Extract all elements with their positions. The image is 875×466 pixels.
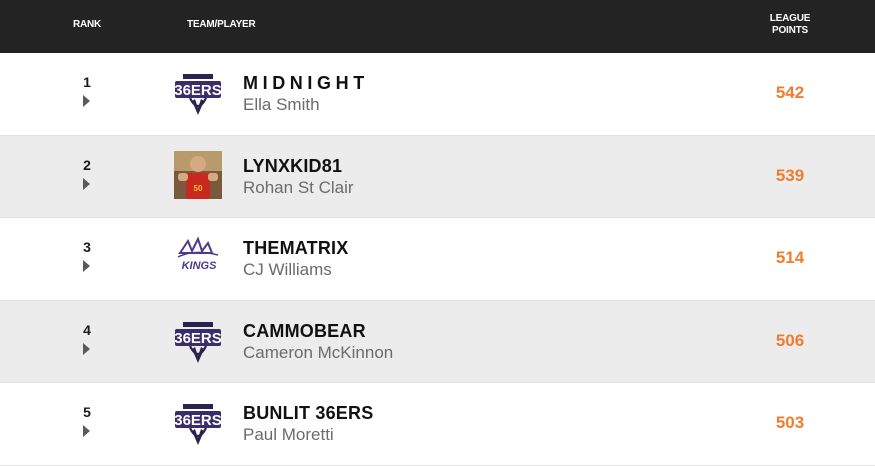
leaderboard-row[interactable]: 1 36ERS MIDNIGHT Ella Smith 542 bbox=[0, 53, 875, 136]
rank-number: 4 bbox=[83, 321, 91, 338]
player-name: CJ Williams bbox=[243, 260, 332, 279]
expand-arrow-icon[interactable] bbox=[83, 177, 90, 190]
player-photo-avatar: 50 bbox=[174, 150, 222, 199]
league-points-value: 503 bbox=[775, 413, 805, 432]
team-name[interactable]: BUNLIT 36ERS bbox=[243, 403, 373, 424]
team-name[interactable]: LYNXKID81 bbox=[243, 156, 342, 177]
team-name[interactable]: MIDNIGHT bbox=[243, 73, 369, 94]
player-name: Paul Moretti bbox=[243, 425, 334, 444]
player-name: Cameron McKinnon bbox=[243, 342, 394, 362]
rank-number: 1 bbox=[83, 74, 91, 90]
adelaide-36ers-logo-icon: 36ERS bbox=[174, 68, 222, 116]
expand-arrow-icon[interactable] bbox=[83, 342, 90, 355]
rank-number: 5 bbox=[83, 404, 91, 420]
rank-number: 3 bbox=[83, 239, 91, 255]
team-name[interactable]: THEMATRIX bbox=[243, 238, 348, 259]
leaderboard-row[interactable]: 3 KINGS THEMATRIX CJ Williams 514 bbox=[0, 218, 875, 301]
rank-cell: 4 bbox=[67, 301, 107, 383]
league-points-value: 539 bbox=[775, 165, 805, 185]
leaderboard-list: 1 36ERS MIDNIGHT Ella Smith 542 2 50 LYN… bbox=[0, 53, 875, 466]
svg-text:36ERS: 36ERS bbox=[174, 330, 222, 347]
expand-arrow-icon[interactable] bbox=[83, 95, 90, 107]
expand-arrow-icon[interactable] bbox=[83, 260, 90, 272]
leaderboard-row[interactable]: 2 50 LYNXKID81 Rohan St Clair 539 bbox=[0, 135, 875, 218]
team-name[interactable]: CAMMOBEAR bbox=[243, 321, 366, 342]
league-points-column-header[interactable]: LEAGUE POINTS bbox=[760, 13, 820, 37]
rank-cell: 1 bbox=[67, 53, 107, 135]
league-points-value: 542 bbox=[775, 83, 805, 102]
leaderboard-header: RANK TEAM/PLAYER LEAGUE POINTS bbox=[0, 0, 875, 53]
leaderboard-row[interactable]: 4 36ERS CAMMOBEAR Cameron McKinnon 506 bbox=[0, 300, 875, 383]
rank-column-header[interactable]: RANK bbox=[67, 19, 107, 30]
svg-text:KINGS: KINGS bbox=[182, 260, 218, 272]
league-points-header-line2: POINTS bbox=[771, 25, 809, 36]
league-points-value: 506 bbox=[775, 330, 805, 350]
team-player-column-header[interactable]: TEAM/PLAYER bbox=[187, 19, 256, 30]
adelaide-36ers-logo-icon: 36ERS bbox=[174, 398, 222, 446]
player-name: Rohan St Clair bbox=[243, 177, 354, 197]
league-points-header-line1: LEAGUE bbox=[769, 13, 811, 24]
expand-arrow-icon[interactable] bbox=[83, 425, 90, 437]
rank-cell: 5 bbox=[67, 383, 107, 465]
player-name: Ella Smith bbox=[243, 95, 320, 114]
svg-text:36ERS: 36ERS bbox=[174, 82, 222, 99]
sydney-kings-logo-icon: KINGS bbox=[174, 233, 222, 281]
rank-number: 2 bbox=[83, 156, 91, 173]
svg-text:50: 50 bbox=[194, 184, 203, 193]
svg-text:36ERS: 36ERS bbox=[174, 412, 222, 429]
rank-cell: 3 bbox=[67, 218, 107, 300]
rank-cell: 2 bbox=[67, 136, 107, 218]
adelaide-36ers-logo-icon: 36ERS bbox=[174, 316, 222, 364]
league-points-value: 514 bbox=[775, 248, 805, 267]
leaderboard-row[interactable]: 5 36ERS BUNLIT 36ERS Paul Moretti 503 bbox=[0, 383, 875, 466]
